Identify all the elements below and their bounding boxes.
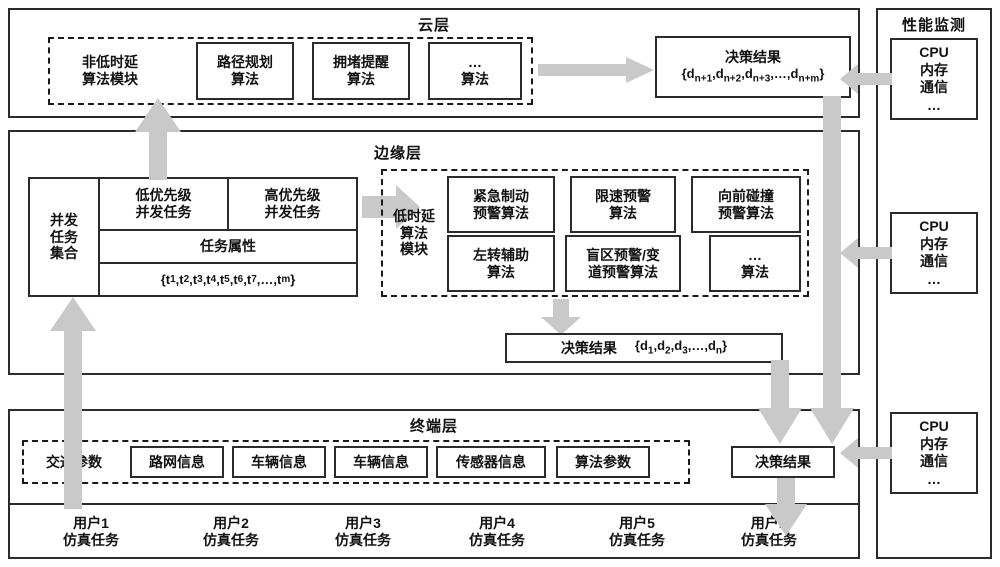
terminal-param-vehicle-1[interactable]: 车辆信息 bbox=[232, 446, 326, 478]
arrow-cloud-module-to-decision bbox=[538, 57, 654, 83]
terminal-param-vehicle-2[interactable]: 车辆信息 bbox=[334, 446, 428, 478]
terminal-user-1: 用户1 仿真任务 bbox=[63, 515, 119, 548]
cloud-decision-result-title: 决策结果 bbox=[725, 49, 781, 66]
edge-algorithm-emergency-brake[interactable]: 紧急制动 预警算法 bbox=[447, 176, 555, 233]
monitor-card-cloud: CPU 内存 通信 … bbox=[890, 38, 978, 120]
arrow-edge-decision-to-terminal-down bbox=[758, 360, 802, 444]
edge-layer-title: 边缘层 bbox=[373, 145, 422, 162]
cloud-algorithm-congestion-alert[interactable]: 拥堵提醒 算法 bbox=[312, 42, 410, 100]
edge-decision-result-title: 决策结果 bbox=[560, 339, 617, 356]
edge-low-priority-task-cell: 低优先级 并发任务 bbox=[100, 179, 229, 231]
cloud-non-low-latency-module-label: 非低时延 算法模块 bbox=[82, 54, 138, 87]
edge-task-set-label: 并发 任务 集合 bbox=[50, 212, 78, 262]
terminal-user-2: 用户2 仿真任务 bbox=[203, 515, 259, 548]
terminal-decision-result-box: 决策结果 bbox=[731, 446, 835, 478]
terminal-user-5: 用户5 仿真任务 bbox=[609, 515, 665, 548]
terminal-param-road-network[interactable]: 路网信息 bbox=[130, 446, 224, 478]
terminal-users-divider bbox=[10, 503, 858, 505]
diagram-canvas: 云层 非低时延 算法模块 路径规划 算法 拥堵提醒 算法 … 算法 决策结果 {… bbox=[0, 0, 1000, 567]
arrow-monitor-to-terminal-left bbox=[840, 438, 892, 468]
terminal-layer-title: 终端层 bbox=[409, 418, 458, 435]
cloud-decision-result-box: 决策结果 {dn+1,dn+2,dn+3,…,dn+m} bbox=[655, 36, 851, 98]
arrow-taskset-to-cloud-up bbox=[135, 98, 181, 180]
edge-task-set-items-cell: {t 1 ,t 2 ,t 3 ,t 4 ,t 5 ,t 6 ,t 7 ,…,t m} bbox=[100, 264, 356, 295]
edge-algorithm-left-turn-assist[interactable]: 左转辅助 算法 bbox=[447, 235, 555, 292]
edge-algorithm-more[interactable]: … 算法 bbox=[709, 235, 801, 292]
arrow-terminal-decision-to-user-down bbox=[765, 478, 807, 536]
arrow-terminal-to-taskset-up bbox=[50, 297, 96, 509]
edge-decision-result-box: 决策结果 {d1,d2,d3,…,dn} bbox=[505, 333, 783, 363]
edge-low-latency-module-label: 低时延 算法 模块 bbox=[393, 208, 435, 258]
monitor-card-terminal: CPU 内存 通信 … bbox=[890, 412, 978, 494]
arrow-monitor-to-edge-left bbox=[840, 238, 892, 268]
edge-algorithm-blind-spot-lane-change-warning[interactable]: 盲区预警/变 道预警算法 bbox=[565, 235, 681, 292]
terminal-param-sensor[interactable]: 传感器信息 bbox=[436, 446, 546, 478]
terminal-user-3: 用户3 仿真任务 bbox=[335, 515, 391, 548]
terminal-param-algorithm[interactable]: 算法参数 bbox=[556, 446, 650, 478]
cloud-decision-result-set: {dn+1,dn+2,dn+3,…,dn+m} bbox=[681, 65, 825, 85]
edge-high-priority-task-cell: 高优先级 并发任务 bbox=[229, 179, 356, 231]
cloud-algorithm-path-planning[interactable]: 路径规划 算法 bbox=[196, 42, 294, 100]
edge-algorithm-speed-limit-warning[interactable]: 限速预警 算法 bbox=[570, 176, 676, 233]
arrow-edge-module-to-decision bbox=[541, 299, 581, 335]
arrow-cloud-decision-to-terminal-down bbox=[810, 96, 854, 444]
cloud-layer-title: 云层 bbox=[417, 17, 450, 34]
edge-task-attribute-cell: 任务属性 bbox=[100, 231, 356, 264]
edge-algorithm-forward-collision-warning[interactable]: 向前碰撞 预警算法 bbox=[691, 176, 801, 233]
terminal-user-4: 用户4 仿真任务 bbox=[469, 515, 525, 548]
monitor-card-edge: CPU 内存 通信 … bbox=[890, 212, 978, 294]
performance-monitor-title: 性能监测 bbox=[901, 17, 966, 34]
edge-decision-result-set: {d1,d2,d3,…,dn} bbox=[634, 338, 728, 357]
arrow-monitor-to-cloud-left bbox=[840, 64, 892, 94]
cloud-algorithm-more[interactable]: … 算法 bbox=[428, 42, 522, 100]
